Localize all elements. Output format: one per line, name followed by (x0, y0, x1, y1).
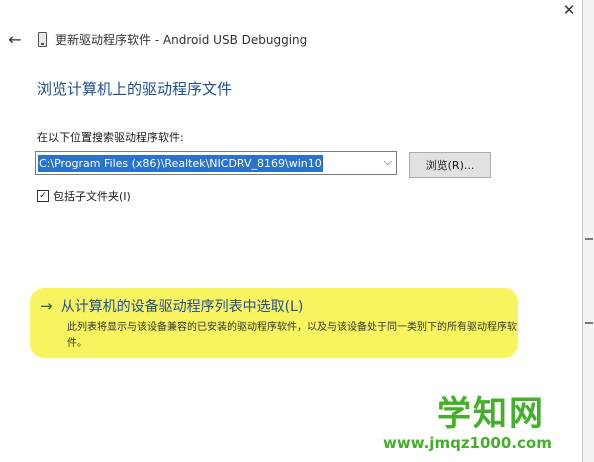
checkmark-icon: ✓ (39, 191, 47, 201)
edge-mark (585, 322, 593, 324)
close-icon: ✕ (562, 1, 576, 19)
arrow-right-icon: → (40, 297, 53, 315)
include-subfolders-checkbox[interactable]: ✓ (37, 190, 49, 202)
dialog-title: 更新驱动程序软件 - Android USB Debugging (55, 32, 308, 47)
chevron-down-icon[interactable]: ⌵ (384, 155, 392, 169)
pick-from-list-link[interactable]: → 从计算机的设备驱动程序列表中选取(L) (40, 296, 303, 316)
browse-button[interactable]: 浏览(R)... (409, 152, 491, 178)
back-button[interactable]: ← (4, 30, 26, 49)
screenshot: ✕ ← 更新驱动程序软件 - Android USB Debugging 浏览计… (0, 0, 594, 462)
watermark-logo: 学知网 (437, 394, 545, 434)
include-subfolders-label[interactable]: 包括子文件夹(I) (53, 188, 131, 204)
pick-from-list-title[interactable]: 从计算机的设备驱动程序列表中选取(L) (61, 296, 304, 316)
dialog-titlebar: ← 更新驱动程序软件 - Android USB Debugging (0, 26, 540, 52)
usb-device-icon (38, 31, 47, 47)
driver-path-combobox[interactable]: C:\Program Files (x86)\Realtek\NICDRV_81… (35, 151, 397, 175)
watermark-url: www.jmqz1000.com (383, 434, 552, 452)
edge-mark (585, 238, 593, 240)
search-location-label: 在以下位置搜索驱动程序软件: (37, 131, 184, 144)
driver-path-value[interactable]: C:\Program Files (x86)\Realtek\NICDRV_81… (38, 154, 323, 172)
include-subfolders-option[interactable]: ✓ 包括子文件夹(I) (37, 188, 131, 204)
background-window-edge (583, 0, 594, 462)
close-button[interactable]: ✕ (556, 0, 582, 20)
site-watermark: 学知网 www.jmqz1000.com (377, 384, 582, 462)
back-arrow-icon: ← (8, 29, 22, 49)
page-heading: 浏览计算机上的驱动程序文件 (37, 80, 233, 98)
pick-from-list-description: 此列表将显示与该设备兼容的已安装的驱动程序软件，以及与该设备处于同一类别下的所有… (67, 322, 517, 349)
